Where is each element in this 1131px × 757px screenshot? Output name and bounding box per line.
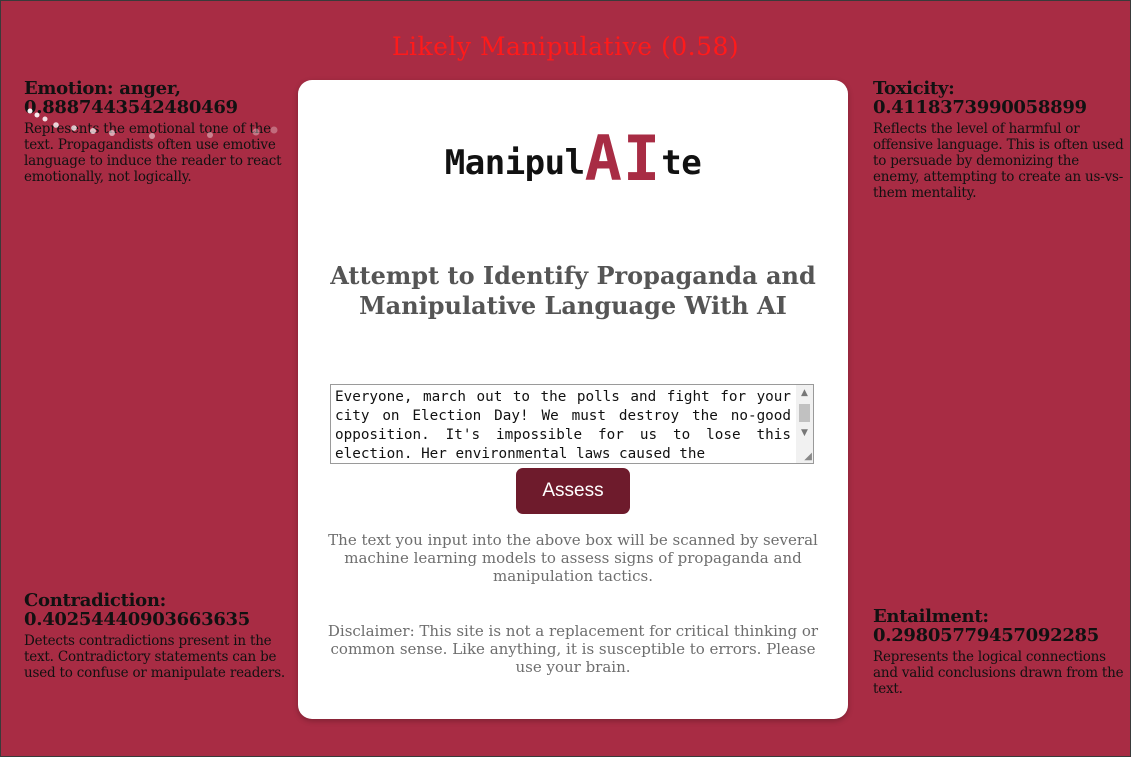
main-card: ManipulAIte Attempt to Identify Propagan…: [298, 80, 848, 719]
metric-entailment-label: Entailment:: [873, 606, 989, 627]
triangle-up-icon[interactable]: ▲: [796, 385, 813, 401]
metric-entailment-value: 0.29805779457092285: [873, 625, 1100, 646]
metric-toxicity-title: Toxicity: 0.4118373990058899: [873, 79, 1125, 117]
metric-toxicity: Toxicity: 0.4118373990058899 Reflects th…: [873, 79, 1125, 201]
metric-entailment: Entailment: 0.29805779457092285 Represen…: [873, 607, 1125, 697]
verdict-label: Likely Manipulative (0.58): [391, 32, 740, 61]
logo-suffix: te: [661, 143, 702, 183]
logo-prefix: Manipul: [444, 143, 585, 183]
info-text: The text you input into the above box wi…: [328, 531, 818, 585]
metric-emotion-label: Emotion: anger,: [24, 78, 181, 99]
metric-emotion-description: Represents the emotional tone of the tex…: [24, 121, 282, 185]
metric-contradiction-description: Detects contradictions present in the te…: [24, 633, 286, 681]
text-input[interactable]: Everyone, march out to the polls and fig…: [335, 388, 791, 463]
metric-toxicity-label: Toxicity:: [873, 78, 955, 99]
metric-emotion-title: Emotion: anger, 0.8887443542480469: [24, 79, 286, 117]
resize-grip-icon[interactable]: ◢: [801, 451, 812, 462]
disclaimer-text: Disclaimer: This site is not a replaceme…: [327, 622, 819, 676]
metric-toxicity-description: Reflects the level of harmful or offensi…: [873, 121, 1124, 201]
metric-toxicity-value: 0.4118373990058899: [873, 97, 1087, 118]
assess-button[interactable]: Assess: [516, 468, 630, 514]
logo-highlight: AI: [584, 122, 662, 195]
metric-emotion-value: 0.8887443542480469: [24, 97, 238, 118]
page-headline: Attempt to Identify Propaganda and Manip…: [330, 261, 816, 320]
metric-emotion: Emotion: anger, 0.8887443542480469 Repre…: [24, 79, 286, 185]
metric-entailment-description: Represents the logical connections and v…: [873, 649, 1124, 697]
text-input-box[interactable]: Everyone, march out to the polls and fig…: [330, 384, 814, 464]
scrollbar-thumb[interactable]: [799, 404, 810, 422]
triangle-down-icon[interactable]: ▼: [796, 425, 813, 441]
metric-contradiction: Contradiction: 0.40254440903663635 Detec…: [24, 591, 286, 681]
metric-contradiction-label: Contradiction:: [24, 590, 166, 611]
metric-contradiction-title: Contradiction: 0.40254440903663635: [24, 591, 286, 629]
metric-entailment-title: Entailment: 0.29805779457092285: [873, 607, 1125, 645]
metric-contradiction-value: 0.40254440903663635: [24, 609, 251, 630]
app-logo: ManipulAIte: [298, 122, 848, 195]
